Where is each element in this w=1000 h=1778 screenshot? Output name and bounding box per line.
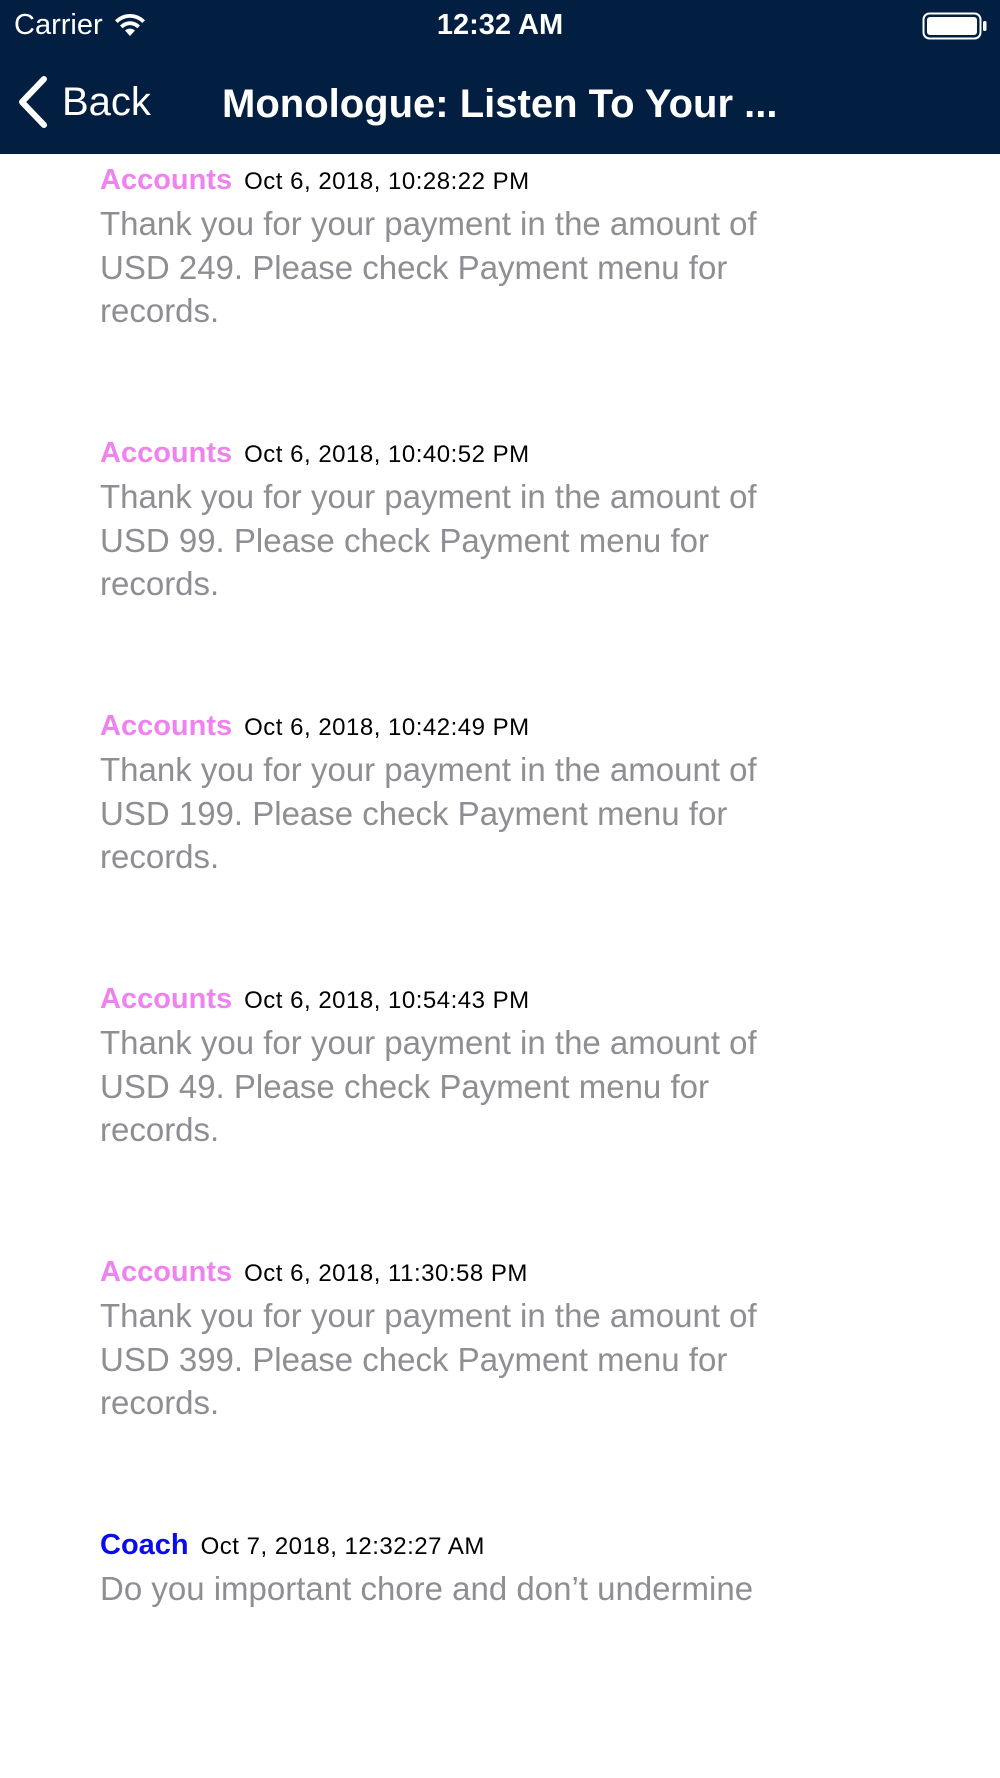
chevron-left-icon (19, 76, 47, 128)
message-timestamp: Oct 6, 2018, 10:40:52 PM (244, 441, 530, 468)
message-item: Accounts Oct 6, 2018, 10:40:52 PM Thank … (100, 431, 800, 606)
message-item: Accounts Oct 6, 2018, 10:28:22 PM Thank … (100, 158, 800, 333)
message-body: Thank you for your payment in the amount… (100, 1024, 757, 1148)
message-body: Do you important chore and don’t undermi… (100, 1570, 754, 1607)
message-body: Thank you for your payment in the amount… (100, 205, 757, 329)
message-header: Accounts Oct 6, 2018, 10:54:43 PM (100, 977, 800, 1023)
message-item: Accounts Oct 6, 2018, 11:30:58 PM Thank … (100, 1250, 800, 1425)
message-header: Accounts Oct 6, 2018, 11:30:58 PM (100, 1250, 800, 1296)
message-item: Accounts Oct 6, 2018, 10:42:49 PM Thank … (100, 704, 800, 879)
battery-icon (922, 12, 987, 40)
message-sender: Coach (100, 1529, 189, 1561)
back-button-label: Back (62, 80, 151, 124)
message-header: Accounts Oct 6, 2018, 10:28:22 PM (100, 158, 800, 204)
message-header: Accounts Oct 6, 2018, 10:40:52 PM (100, 431, 800, 477)
message-timestamp: Oct 6, 2018, 10:54:43 PM (244, 987, 530, 1014)
message-timestamp: Oct 6, 2018, 10:42:49 PM (244, 714, 530, 741)
message-header: Coach Oct 7, 2018, 12:32:27 AM (100, 1523, 800, 1569)
message-sender: Accounts (100, 983, 233, 1015)
status-bar: Carrier 12:32 AM (0, 0, 1000, 54)
status-time: 12:32 AM (436, 9, 564, 41)
message-body: Thank you for your payment in the amount… (100, 478, 757, 602)
message-sender: Accounts (100, 1256, 233, 1288)
message-sender: Accounts (100, 437, 233, 469)
message-body: Thank you for your payment in the amount… (100, 1297, 757, 1421)
back-button[interactable]: Back (16, 72, 151, 132)
message-header: Accounts Oct 6, 2018, 10:42:49 PM (100, 704, 800, 750)
message-item: Coach Oct 7, 2018, 12:32:27 AM Do you im… (100, 1523, 800, 1611)
navigation-bar: Back Monologue: Listen To Your ... (0, 54, 1000, 154)
message-item: Accounts Oct 6, 2018, 10:54:43 PM Thank … (100, 977, 800, 1152)
page-title: Monologue: Listen To Your ... (222, 82, 778, 126)
message-timestamp: Oct 6, 2018, 10:28:22 PM (244, 168, 530, 195)
message-timestamp: Oct 7, 2018, 12:32:27 AM (200, 1533, 485, 1560)
message-timestamp: Oct 6, 2018, 11:30:58 PM (244, 1260, 528, 1287)
message-body: Thank you for your payment in the amount… (100, 751, 757, 875)
message-sender: Accounts (100, 164, 233, 196)
message-sender: Accounts (100, 710, 233, 742)
